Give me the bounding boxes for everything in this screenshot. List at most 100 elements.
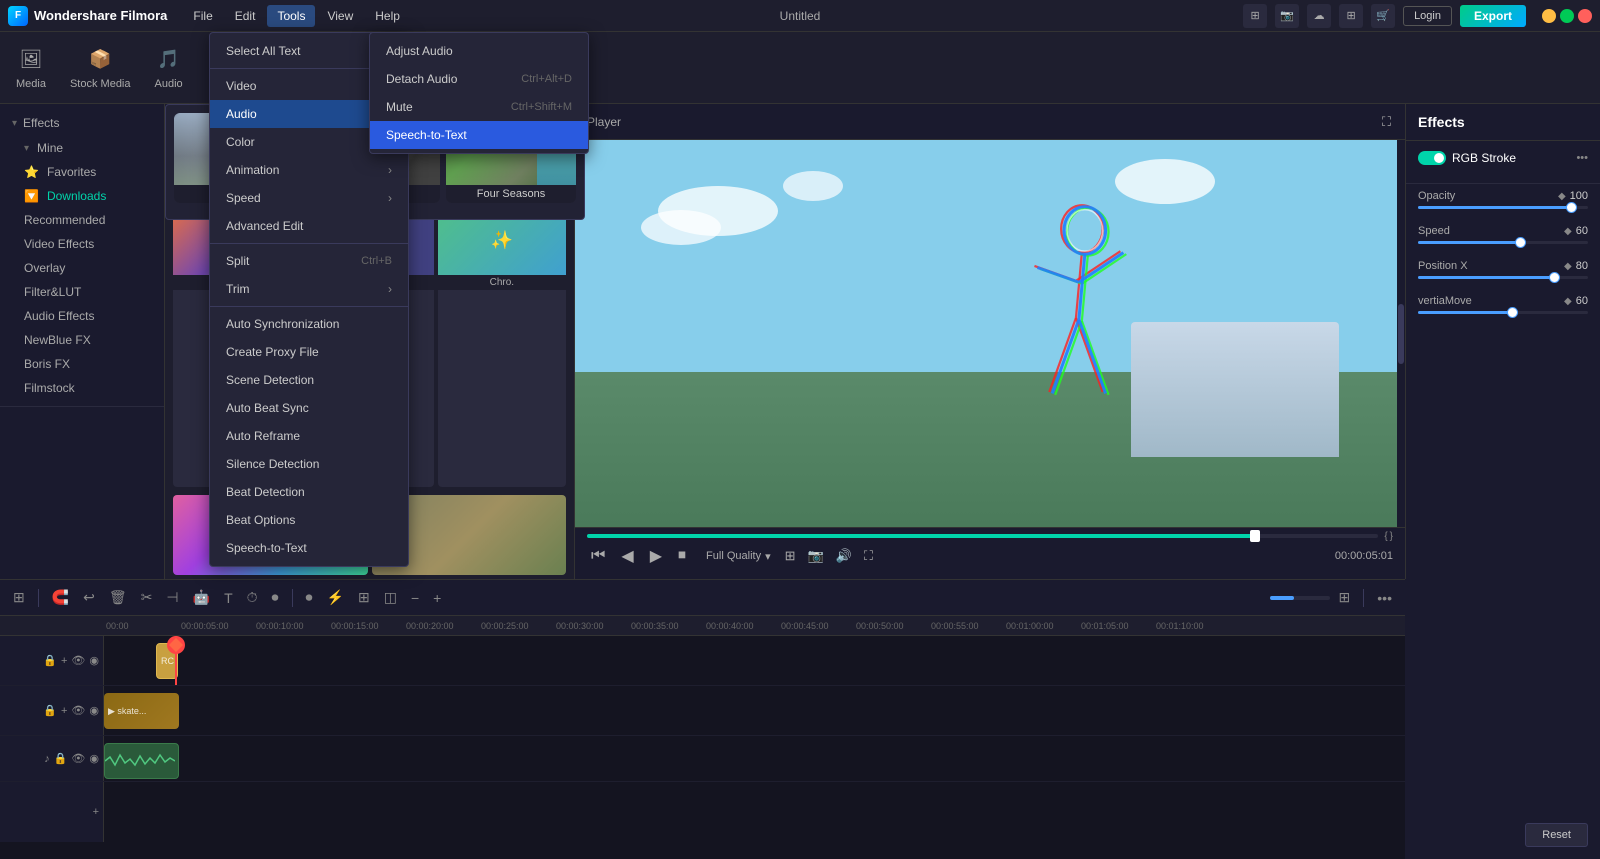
- track3-audio-clip[interactable]: [104, 743, 179, 779]
- opacity-keyframe-icon[interactable]: ◆: [1558, 191, 1566, 202]
- track3-eye-icon[interactable]: 👁: [71, 752, 85, 765]
- tl-record-btn[interactable]: ⏺: [267, 586, 284, 609]
- rgb-toggle[interactable]: [1418, 151, 1446, 165]
- tools-scene-detect[interactable]: Scene Detection: [210, 366, 408, 394]
- position-x-keyframe-icon[interactable]: ◆: [1564, 261, 1572, 272]
- menu-file[interactable]: File: [183, 5, 222, 27]
- left-filter-lut[interactable]: Filter&LUT: [0, 280, 164, 304]
- position-x-slider[interactable]: [1418, 276, 1588, 279]
- volume-btn[interactable]: 🔊: [834, 546, 854, 566]
- tools-trim[interactable]: Trim: [210, 275, 408, 303]
- menu-help[interactable]: Help: [365, 5, 410, 27]
- track1-add-icon[interactable]: +: [61, 655, 67, 667]
- track2-add-icon[interactable]: +: [61, 705, 67, 717]
- track1-lock-icon[interactable]: 🔒: [43, 654, 57, 667]
- playhead[interactable]: [175, 636, 177, 685]
- left-downloads[interactable]: 🔽 Downloads: [0, 184, 164, 208]
- track2-eye-icon[interactable]: 👁: [71, 704, 85, 717]
- toolbar-audio[interactable]: 🎵 Audio: [155, 46, 183, 90]
- player-settings-btn[interactable]: ⊞: [783, 546, 798, 566]
- track3-vis-icon[interactable]: ◉: [89, 752, 99, 765]
- tl-speed-btn[interactable]: ⚡: [322, 586, 349, 609]
- speed-keyframe-icon[interactable]: ◆: [1564, 226, 1572, 237]
- reset-button[interactable]: Reset: [1525, 823, 1588, 847]
- menu-tools[interactable]: Tools: [267, 5, 315, 27]
- vertical-move-slider[interactable]: [1418, 311, 1588, 314]
- tl-minus-btn[interactable]: −: [406, 587, 424, 609]
- vertical-keyframe-icon[interactable]: ◆: [1564, 296, 1572, 307]
- tl-add-btn[interactable]: +: [428, 587, 446, 609]
- snapshot-ctrl-btn[interactable]: 📷: [806, 546, 826, 566]
- tools-beat-options[interactable]: Beat Options: [210, 506, 408, 534]
- tools-auto-beat[interactable]: Auto Beat Sync: [210, 394, 408, 422]
- tl-ai-btn[interactable]: 🤖: [188, 586, 215, 609]
- scroll-thumb[interactable]: [1398, 304, 1404, 364]
- shop-btn[interactable]: 🛒: [1371, 4, 1395, 28]
- login-button[interactable]: Login: [1403, 6, 1452, 26]
- tools-split[interactable]: Split Ctrl+B: [210, 247, 408, 275]
- cloud-btn[interactable]: ☁: [1307, 4, 1331, 28]
- play-btn[interactable]: ▶: [646, 544, 666, 568]
- left-favorites[interactable]: ⭐ Favorites: [0, 160, 164, 184]
- track2-video-clip[interactable]: ▶ skate...: [104, 693, 179, 729]
- menu-view[interactable]: View: [317, 5, 363, 27]
- menu-edit[interactable]: Edit: [225, 5, 266, 27]
- tools-proxy[interactable]: Create Proxy File: [210, 338, 408, 366]
- zoom-track[interactable]: [1270, 596, 1330, 600]
- effects-header[interactable]: ▾ Effects: [0, 110, 164, 136]
- effect-expand-icon[interactable]: •••: [1576, 152, 1588, 164]
- opacity-slider[interactable]: [1418, 206, 1588, 209]
- speed-slider[interactable]: [1418, 241, 1588, 244]
- left-audio-effects[interactable]: Audio Effects: [0, 304, 164, 328]
- tl-grid-btn[interactable]: ⊞: [353, 586, 375, 609]
- skip-back-btn[interactable]: ⏮: [587, 545, 609, 567]
- tl-record2-btn[interactable]: ⏺: [301, 586, 318, 609]
- tl-undo-btn[interactable]: ↩: [78, 586, 100, 609]
- tools-auto-sync[interactable]: Auto Synchronization: [210, 310, 408, 338]
- tl-zoom-btn[interactable]: ⊞: [1334, 586, 1356, 609]
- minimize-button[interactable]: [1542, 9, 1556, 23]
- tl-trash-btn[interactable]: 🗑: [104, 586, 132, 609]
- tools-silence-detect[interactable]: Silence Detection: [210, 450, 408, 478]
- quality-selector[interactable]: Full Quality ▾: [706, 550, 771, 563]
- close-button[interactable]: [1578, 9, 1592, 23]
- media-item-chro[interactable]: ✨ Chro.: [438, 205, 566, 487]
- track1-vis-icon[interactable]: ◉: [89, 654, 99, 667]
- track2-vis-icon[interactable]: ◉: [89, 704, 99, 717]
- left-video-effects[interactable]: Video Effects: [0, 232, 164, 256]
- track1-eye-icon[interactable]: 👁: [71, 654, 85, 667]
- maximize-button[interactable]: [1560, 9, 1574, 23]
- track3-music-icon[interactable]: ♪: [44, 753, 50, 765]
- tl-split-btn[interactable]: ⊣: [161, 586, 183, 609]
- tools-beat-detect[interactable]: Beat Detection: [210, 478, 408, 506]
- progress-track[interactable]: [587, 534, 1378, 538]
- export-button[interactable]: Export: [1460, 5, 1526, 27]
- tools-speech-to-text[interactable]: Speech-to-Text: [210, 534, 408, 562]
- stop-btn[interactable]: ⏹: [674, 545, 690, 567]
- audio-adjust[interactable]: Adjust Audio: [370, 37, 588, 65]
- snapshot-btn[interactable]: 📷: [1275, 4, 1299, 28]
- tl-snap-btn[interactable]: ⊞: [8, 586, 30, 609]
- tools-animation[interactable]: Animation: [210, 156, 408, 184]
- tl-magnet-btn[interactable]: 🧲: [47, 586, 74, 609]
- tools-speed[interactable]: Speed: [210, 184, 408, 212]
- zoom-btn[interactable]: ⛶: [862, 546, 875, 566]
- layout-btn[interactable]: ⊞: [1243, 4, 1267, 28]
- tl-split2-btn[interactable]: ◫: [379, 586, 402, 609]
- tl-text-btn[interactable]: T: [219, 587, 238, 609]
- tools-auto-reframe[interactable]: Auto Reframe: [210, 422, 408, 450]
- tl-timer-btn[interactable]: ⏱: [242, 586, 263, 609]
- grid-btn[interactable]: ⊞: [1339, 4, 1363, 28]
- tl-more-btn[interactable]: •••: [1372, 587, 1397, 609]
- track2-lock-icon[interactable]: 🔒: [43, 704, 57, 717]
- left-boris[interactable]: Boris FX: [0, 352, 164, 376]
- toolbar-stock-media[interactable]: 📦 Stock Media: [70, 46, 131, 90]
- audio-speech-to-text[interactable]: Speech-to-Text: [370, 121, 588, 149]
- left-mine[interactable]: ▾ Mine: [0, 136, 164, 160]
- audio-mute[interactable]: Mute Ctrl+Shift+M: [370, 93, 588, 121]
- left-newblue[interactable]: NewBlue FX: [0, 328, 164, 352]
- toolbar-media[interactable]: 🖼 Media: [16, 46, 46, 90]
- frame-back-btn[interactable]: ◀: [617, 544, 637, 568]
- left-filmstock[interactable]: Filmstock: [0, 376, 164, 400]
- audio-detach[interactable]: Detach Audio Ctrl+Alt+D: [370, 65, 588, 93]
